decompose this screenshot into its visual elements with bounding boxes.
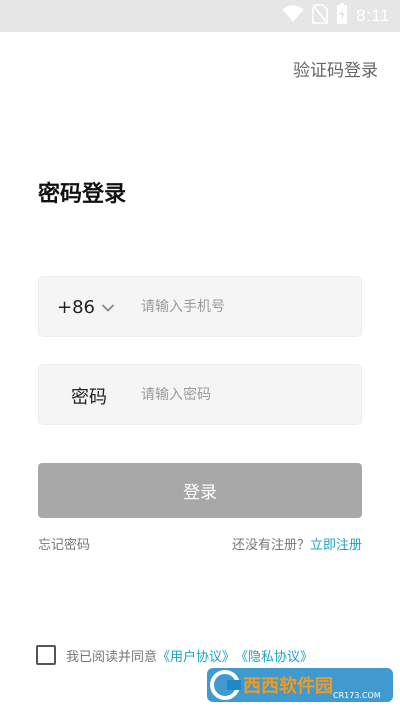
- watermark-brand: 西西软件园: [243, 675, 333, 697]
- sms-code-login-link[interactable]: 验证码登录: [293, 56, 378, 81]
- chevron-down-icon: [101, 297, 115, 318]
- login-button[interactable]: 登录: [38, 463, 362, 518]
- privacy-agreement-link[interactable]: 《隐私协议》: [235, 646, 313, 665]
- user-agreement-link[interactable]: 《用户协议》: [157, 646, 235, 665]
- agreement-prefix: 我已阅读并同意: [66, 649, 158, 665]
- country-code-label: +86: [57, 297, 95, 318]
- status-icons: 8:11: [282, 3, 390, 29]
- password-label: 密码: [71, 386, 107, 408]
- forgot-password-link[interactable]: 忘记密码: [38, 534, 90, 553]
- battery-charging-icon: [336, 3, 348, 29]
- no-account-text: 还没有注册？: [231, 538, 310, 553]
- password-field: 密码: [38, 364, 362, 425]
- wifi-icon: [282, 5, 304, 27]
- no-sim-icon: [312, 4, 328, 28]
- agreement-row: 我已阅读并同意 《用户协议》 《隐私协议》: [36, 645, 313, 665]
- page-title: 密码登录: [38, 182, 127, 207]
- register-row: 还没有注册？立即注册: [232, 534, 362, 553]
- watermark-domain: CR173.COM: [333, 691, 381, 700]
- phone-field: +86: [38, 276, 362, 337]
- country-code-selector[interactable]: +86: [57, 277, 115, 338]
- watermark-logo: 西西软件园 CR173.COM: [205, 662, 395, 706]
- register-link[interactable]: 立即注册: [310, 538, 362, 553]
- agreement-checkbox[interactable]: [36, 645, 56, 665]
- status-bar: 8:11: [0, 0, 400, 32]
- status-time: 8:11: [356, 6, 390, 25]
- password-input[interactable]: [141, 380, 341, 410]
- phone-input[interactable]: [141, 292, 341, 322]
